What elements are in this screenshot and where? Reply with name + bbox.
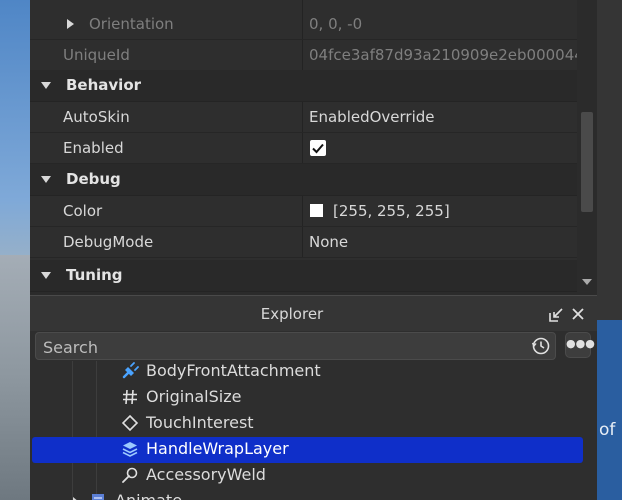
hash-icon [123, 389, 137, 405]
search-input[interactable] [41, 335, 525, 359]
tree-item-animate[interactable]: Animate [30, 489, 597, 500]
tree-item-label: BodyFrontAttachment [146, 361, 321, 380]
property-name: Enabled [63, 139, 124, 157]
column-separator [302, 227, 303, 257]
property-row-autoskin[interactable]: AutoSkin EnabledOverride [30, 102, 577, 133]
tree-item-label: Animate [115, 491, 182, 500]
more-options-button[interactable]: ●●● [565, 332, 595, 358]
explorer-tree[interactable]: BodyFrontAttachment OriginalSize TouchIn… [30, 361, 597, 500]
collapse-arrow-icon[interactable] [41, 272, 51, 279]
viewport-left-edge[interactable] [0, 0, 30, 500]
tree-item-originalsize[interactable]: OriginalSize [30, 385, 597, 411]
category-debug[interactable]: Debug [30, 164, 577, 196]
property-name: AutoSkin [63, 108, 130, 126]
layers-icon [122, 442, 138, 457]
property-row-uniqueid[interactable]: UniqueId 04fce3af87d93a210909e2eb0000445… [30, 40, 597, 71]
column-separator [302, 40, 303, 70]
category-tuning[interactable]: Tuning [30, 260, 577, 292]
viewport-dark-area [597, 0, 622, 320]
viewport-right-edge[interactable]: of [597, 0, 622, 500]
tree-item-label: AccessoryWeld [146, 465, 266, 484]
property-name: UniqueId [63, 46, 130, 64]
column-separator [302, 196, 303, 226]
property-name: Orientation [89, 15, 174, 33]
properties-panel: Orientation 0, 0, -0 UniqueId 04fce3af87… [30, 0, 597, 292]
tree-item-label: OriginalSize [146, 387, 242, 406]
property-name: Color [63, 202, 103, 220]
property-row-debugmode[interactable]: DebugMode None [30, 227, 577, 258]
explorer-title-bar[interactable]: Explorer [30, 295, 597, 331]
property-name: DebugMode [63, 233, 154, 251]
attachment-icon [122, 362, 139, 379]
category-label: Behavior [66, 76, 142, 94]
property-row-color[interactable]: Color [255, 255, 255] [30, 196, 577, 227]
explorer-title: Explorer [260, 305, 324, 323]
tree-item-bodyfrontattachment[interactable]: BodyFrontAttachment [30, 361, 597, 385]
script-icon [92, 494, 104, 500]
close-icon[interactable] [572, 308, 584, 320]
column-separator [302, 133, 303, 163]
tree-item-handlewraplayer[interactable]: HandleWrapLayer [30, 437, 597, 463]
viewport-blue-area: of [597, 320, 622, 500]
property-value[interactable]: 0, 0, -0 [309, 15, 362, 33]
property-value-dropdown[interactable]: None [309, 233, 348, 251]
explorer-search-box[interactable] [35, 332, 556, 360]
properties-scrollbar[interactable] [577, 0, 597, 292]
category-label: Debug [66, 170, 121, 188]
undock-icon[interactable] [549, 308, 563, 322]
explorer-panel: Explorer ●●● BodyFrontAttachment [30, 295, 597, 500]
column-separator [302, 9, 303, 39]
column-separator [302, 102, 303, 132]
expand-arrow-icon[interactable] [67, 19, 74, 29]
tree-item-label: HandleWrapLayer [146, 439, 289, 458]
history-icon[interactable] [531, 336, 551, 356]
viewport-edge-text: of [599, 420, 616, 440]
enabled-checkbox[interactable] [310, 140, 326, 156]
tree-item-accessoryweld[interactable]: AccessoryWeld [30, 463, 597, 489]
category-behavior[interactable]: Behavior [30, 70, 577, 102]
tree-item-label: TouchInterest [146, 413, 254, 432]
collapse-arrow-icon[interactable] [41, 176, 51, 183]
property-row-orientation[interactable]: Orientation 0, 0, -0 [30, 9, 577, 40]
scroll-down-arrow-icon[interactable] [582, 279, 592, 285]
selection-highlight [32, 437, 583, 463]
property-value[interactable]: 04fce3af87d93a210909e2eb00004450 [309, 46, 597, 64]
color-swatch[interactable] [310, 204, 323, 217]
property-value-dropdown[interactable]: EnabledOverride [309, 108, 435, 126]
more-dots-icon: ●●● [566, 337, 595, 350]
checkmark-icon [312, 143, 324, 154]
category-label: Tuning [66, 266, 123, 284]
weld-icon [122, 467, 138, 483]
property-row-enabled[interactable]: Enabled [30, 133, 577, 164]
tree-item-touchinterest[interactable]: TouchInterest [30, 411, 597, 437]
collapse-arrow-icon[interactable] [41, 82, 51, 89]
property-value[interactable]: [255, 255, 255] [333, 202, 450, 220]
scrollbar-thumb[interactable] [581, 112, 593, 212]
diamond-icon [121, 414, 139, 432]
